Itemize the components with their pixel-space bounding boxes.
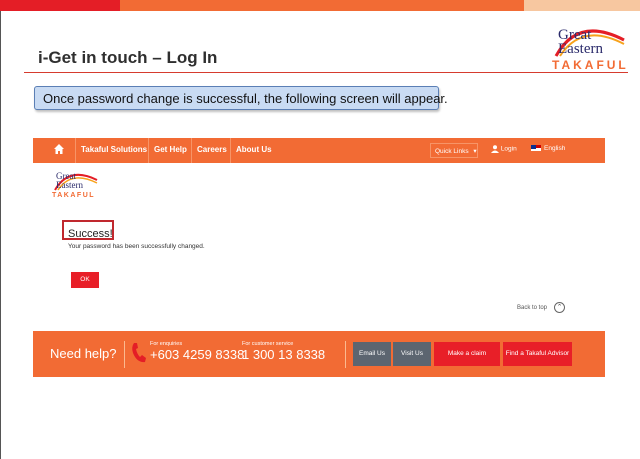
quick-links-label: Quick Links [435,148,469,155]
instruction-callout: Once password change is successful, the … [34,86,448,110]
nav-about-us[interactable]: About Us [236,145,272,154]
logo-text-takaful: TAKAFUL [552,58,629,72]
top-band-peach [524,0,640,11]
make-a-claim-button[interactable]: Make a claim [434,342,500,366]
logo-text-eastern: Eastern [56,180,83,190]
ok-button[interactable]: OK [71,272,99,288]
site-logo[interactable]: Great Eastern TAKAFUL [51,168,101,208]
enquiries-number[interactable]: +603 4259 8338 [150,347,244,362]
chevron-down-icon: ▾ [473,148,477,155]
quick-links-dropdown[interactable]: Quick Links ▾ [430,143,478,158]
login-label: Login [500,145,517,153]
login-link[interactable]: Login [491,145,517,153]
phone-icon [132,343,146,363]
nav-takaful-solutions[interactable]: Takaful Solutions [81,145,147,154]
top-band-orange [120,0,524,11]
nav-separator [148,138,149,163]
malaysia-flag-icon [531,145,541,152]
language-label: English [544,145,566,152]
title-divider [24,72,628,73]
top-band-red [0,0,120,11]
help-footer: Need help? For enquiries +603 4259 8338 … [33,331,605,377]
logo-text-takaful: TAKAFUL [52,192,96,199]
top-navbar: Takaful Solutions Get Help Careers About… [33,138,605,163]
email-us-button[interactable]: Email Us [353,342,391,366]
logo-text-great: Great [558,27,592,43]
great-eastern-takaful-logo: Great Eastern TAKAFUL [548,20,632,74]
success-title: Success! [68,228,113,240]
footer-separator [345,341,346,368]
language-selector[interactable]: English [531,145,565,152]
nav-get-help[interactable]: Get Help [154,145,187,154]
customer-service-number[interactable]: 1 300 13 8338 [242,347,325,362]
need-help-label: Need help? [50,346,117,361]
nav-separator [230,138,231,163]
back-to-top-link[interactable]: Back to top [517,305,547,311]
find-takaful-advisor-button[interactable]: Find a Takaful Advisor [503,342,572,366]
success-message: Your password has been successfully chan… [68,243,205,250]
slide-left-edge [0,11,1,459]
nav-separator [75,138,76,163]
home-icon[interactable] [53,143,67,157]
footer-separator [124,341,125,368]
chevron-up-icon[interactable]: ⌃ [554,302,565,313]
slide-title: i-Get in touch – Log In [38,48,218,67]
logo-text-eastern: Eastern [558,41,603,57]
visit-us-button[interactable]: Visit Us [393,342,431,366]
nav-careers[interactable]: Careers [197,145,227,154]
nav-separator [191,138,192,163]
user-icon [491,145,499,153]
